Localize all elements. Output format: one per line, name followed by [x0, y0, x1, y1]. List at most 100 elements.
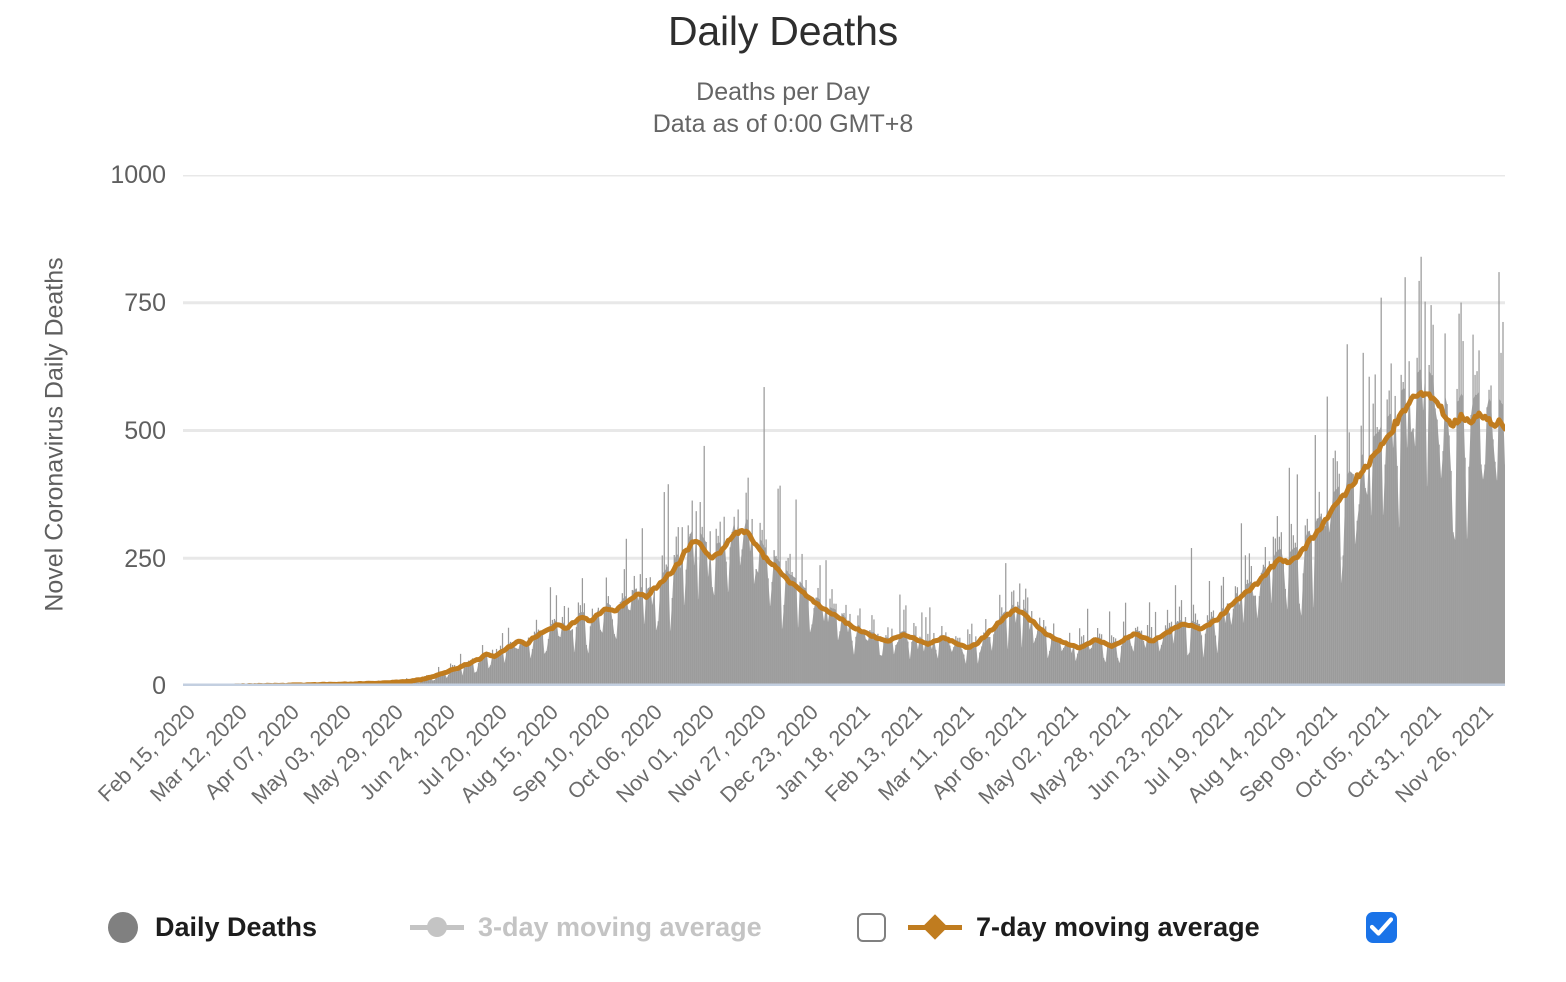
ma7-checkbox[interactable] [857, 912, 886, 942]
daily-deaths-bar [655, 630, 657, 686]
daily-deaths-bar [797, 627, 799, 686]
daily-deaths-bar [1037, 630, 1039, 686]
daily-deaths-bar [1097, 628, 1099, 686]
daily-deaths-bar [941, 626, 943, 686]
daily-deaths-bar [1442, 451, 1444, 686]
daily-deaths-bar [1368, 376, 1370, 686]
x-tick-label: Nov 01, 2020 [611, 700, 720, 808]
daily-deaths-bar [693, 565, 695, 686]
x-tick-label: Sep 09, 2021 [1234, 700, 1343, 808]
legend-item-7-day-moving-average[interactable]: 7-day moving average [857, 907, 1260, 947]
daily-deaths-bar [1348, 432, 1350, 686]
daily-deaths-bar [575, 627, 578, 686]
daily-deaths-bar [571, 629, 574, 686]
daily-deaths-bar [1296, 474, 1298, 686]
daily-deaths-bar [1071, 652, 1073, 686]
ma3-line-marker-icon [410, 917, 464, 937]
daily-deaths-bar [1110, 635, 1113, 686]
plot-svg [183, 175, 1505, 686]
daily-deaths-bar [659, 585, 661, 686]
daily-deaths-bar [951, 651, 953, 686]
daily-deaths-bar [617, 610, 619, 686]
x-tick-label: Jul 19, 2021 [1138, 700, 1239, 800]
daily-deaths-bar [483, 656, 486, 686]
daily-deaths-bar [1290, 523, 1292, 686]
legend-item-daily-deaths[interactable]: Daily Deaths [108, 907, 317, 947]
daily-deaths-bar [627, 609, 629, 686]
daily-deaths-bar [1041, 627, 1043, 686]
daily-deaths-bar [1077, 653, 1079, 686]
daily-deaths-bar [661, 555, 663, 686]
daily-deaths-bar [793, 577, 795, 686]
daily-deaths-bar [1430, 305, 1432, 686]
daily-deaths-bar [599, 629, 601, 686]
chart-subtitle: Deaths per Day [696, 78, 870, 106]
daily-deaths-bar [1055, 636, 1057, 686]
legend-label-3-day-moving-average: 3-day moving average [478, 911, 762, 942]
x-tick-label: Jan 18, 2021 [770, 700, 875, 805]
daily-deaths-bar [837, 640, 839, 686]
daily-deaths-bar [619, 602, 621, 686]
daily-deaths-bar [1320, 513, 1322, 686]
x-tick-label: Jul 20, 2020 [411, 700, 512, 800]
daily-deaths-bar [1061, 651, 1063, 686]
daily-deaths-bar [1472, 334, 1474, 686]
daily-deaths-bar [699, 502, 701, 686]
daily-deaths-bar [703, 445, 705, 686]
daily-deaths-bar [887, 627, 889, 686]
daily-deaths-bar [657, 621, 659, 686]
daily-deaths-bar [1174, 585, 1177, 686]
daily-deaths-bar [643, 623, 645, 686]
daily-deaths-bar [1414, 446, 1416, 686]
daily-deaths-bar [773, 550, 775, 686]
daily-deaths-bar [547, 639, 550, 686]
daily-deaths-bar [601, 632, 603, 686]
daily-deaths-bar [1047, 658, 1049, 686]
daily-deaths-bar [1396, 465, 1398, 686]
daily-deaths-bar [677, 527, 679, 686]
daily-deaths-bar [929, 607, 931, 686]
daily-deaths-bar [1244, 555, 1247, 686]
y-tick-500: 500 [124, 417, 166, 445]
x-tick-label: Feb 15, 2020 [93, 700, 200, 807]
daily-deaths-bar [503, 662, 506, 686]
daily-deaths-bar [939, 635, 941, 686]
daily-deaths-bar [529, 658, 532, 686]
daily-deaths-bar [1330, 513, 1332, 686]
y-tick-250: 250 [124, 545, 166, 573]
daily-deaths-bar [639, 574, 641, 686]
legend-item-3-day-moving-average[interactable]: 3-day moving average [410, 907, 762, 947]
daily-deaths-bar [1470, 415, 1472, 686]
daily-deaths-bar [1067, 643, 1069, 686]
daily-deaths-bar [857, 615, 859, 686]
daily-deaths-bar [781, 628, 783, 686]
daily-deaths-bar [947, 637, 949, 686]
daily-deaths-bar [531, 649, 534, 686]
daily-deaths-bar [685, 569, 687, 686]
daily-deaths-bar [1015, 622, 1017, 686]
daily-deaths-bar [1073, 643, 1075, 686]
daily-deaths-bar [1316, 518, 1318, 686]
daily-deaths-bar [1432, 324, 1434, 686]
daily-deaths-bar [629, 610, 631, 686]
daily-deaths-bar [1204, 633, 1207, 686]
daily-deaths-bar [1059, 638, 1061, 686]
daily-deaths-bar [1069, 632, 1071, 686]
daily-deaths-bar [1444, 333, 1446, 686]
daily-deaths-bar [1057, 638, 1059, 686]
daily-deaths-bar [1256, 618, 1258, 686]
daily-deaths-bar [615, 638, 617, 686]
daily-deaths-bar [1184, 617, 1187, 686]
daily-deaths-bar [1019, 583, 1021, 686]
daily-deaths-bar [875, 635, 877, 686]
daily-deaths-bar [745, 492, 747, 686]
daily-deaths-bar [735, 535, 737, 686]
series-enabled-checkbox[interactable] [1366, 911, 1397, 943]
daily-deaths-bar [651, 604, 653, 686]
daily-deaths-bar [705, 542, 707, 686]
daily-deaths-bar [1198, 623, 1201, 686]
daily-deaths-bar [477, 663, 480, 686]
legend-series-toggle[interactable] [1366, 907, 1397, 947]
daily-deaths-bar [729, 547, 731, 686]
daily-deaths-bar [469, 664, 472, 686]
